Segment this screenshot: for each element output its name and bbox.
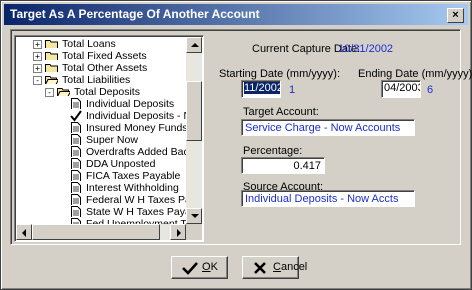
scroll-corner: [186, 224, 202, 240]
tree-item-label: Total Loans: [62, 38, 116, 50]
hscroll-thumb[interactable]: [32, 224, 160, 240]
document-icon: [71, 170, 81, 181]
target-account-field[interactable]: Service Charge - Now Accounts: [241, 119, 415, 136]
collapse-icon[interactable]: -: [45, 88, 54, 97]
ok-label: OK: [202, 261, 218, 273]
ending-date-input[interactable]: 04/2003: [381, 80, 421, 98]
tree-item[interactable]: Individual Deposits - Now Accts: [17, 110, 189, 122]
expand-icon[interactable]: +: [33, 52, 42, 61]
percentage-input[interactable]: 0.417: [241, 157, 325, 174]
starting-date-value: 11/2002: [244, 82, 281, 94]
expand-icon[interactable]: +: [33, 40, 42, 49]
document-icon: [71, 206, 81, 217]
starting-count: 1: [289, 84, 296, 96]
scroll-right-button[interactable]: [170, 224, 186, 240]
tree-item[interactable]: Insured Money Funds: [17, 122, 189, 134]
ending-date-value: 04/2003: [384, 82, 421, 94]
ok-button[interactable]: OK: [171, 256, 228, 279]
tree-item-label: Federal W H Taxes Payable: [86, 194, 189, 206]
tree-rows: + Total Loans + Total Fixed Assets + Total Ot…: [17, 38, 189, 226]
source-account-field[interactable]: Individual Deposits - Now Accts: [241, 190, 415, 207]
tree-item[interactable]: Overdrafts Added Back: [17, 146, 189, 158]
tree-item[interactable]: Super Now: [17, 134, 189, 146]
folder-icon: [45, 52, 58, 60]
checkmark-icon: [70, 110, 82, 122]
tree-item[interactable]: - Total Deposits: [17, 86, 189, 98]
source-account-value: Individual Deposits - Now Accts: [245, 193, 399, 205]
tree-vertical-scrollbar[interactable]: [186, 37, 202, 224]
percentage-value: 0.417: [293, 160, 321, 172]
checkmark-icon: [182, 262, 198, 275]
tree-item-label: Total Other Assets: [62, 62, 148, 74]
tree-item[interactable]: + Total Fixed Assets: [17, 50, 189, 62]
tree-item-label: Interest Withholding: [86, 182, 179, 194]
document-icon: [71, 134, 81, 145]
percentage-label: Percentage:: [243, 145, 303, 157]
scroll-left-button[interactable]: [16, 224, 32, 240]
tree-item-label: State W H Taxes Payable: [86, 206, 189, 218]
tree-item-label: Overdrafts Added Back: [86, 146, 189, 158]
tree-item-label: Super Now: [86, 134, 138, 146]
capture-date-value: 10/31/2002: [338, 43, 394, 55]
arrow-left-icon: [22, 229, 26, 237]
document-icon: [71, 146, 81, 157]
tree-item-label: Individual Deposits - Now Accts: [86, 110, 189, 122]
scroll-down-button[interactable]: [186, 208, 202, 224]
x-icon: [254, 262, 266, 274]
tree-item[interactable]: Individual Deposits: [17, 98, 189, 110]
folder-open-icon: [45, 76, 58, 84]
tree-item[interactable]: Interest Withholding: [17, 182, 189, 194]
arrow-up-icon: [191, 43, 199, 47]
ending-count: 6: [427, 84, 434, 96]
folder-open-icon: [57, 88, 70, 96]
document-icon: [71, 98, 81, 109]
tree-item[interactable]: FICA Taxes Payable: [17, 170, 189, 182]
starting-date-label: Starting Date (mm/yyyy):: [219, 68, 341, 80]
tree-item[interactable]: State W H Taxes Payable: [17, 206, 189, 218]
tree-item-label: DDA Unposted: [86, 158, 156, 170]
document-icon: [71, 194, 81, 205]
tree-item-label: Total Deposits: [74, 86, 140, 98]
scroll-thumb[interactable]: [186, 81, 202, 141]
folder-icon: [45, 40, 58, 48]
tree-item-label: Total Fixed Assets: [62, 50, 147, 62]
scroll-up-button[interactable]: [186, 37, 202, 53]
starting-date-input[interactable]: 11/2002: [241, 80, 281, 98]
account-tree[interactable]: + Total Loans + Total Fixed Assets + Total Ot…: [14, 35, 204, 242]
tree-horizontal-scrollbar[interactable]: [16, 224, 186, 240]
document-icon: [71, 158, 81, 169]
tree-item[interactable]: - Total Liabilities: [17, 74, 189, 86]
arrow-right-icon: [177, 229, 181, 237]
arrow-down-icon: [191, 214, 199, 218]
close-button[interactable]: ×: [447, 8, 464, 23]
folder-icon: [45, 64, 58, 72]
target-account-value: Service Charge - Now Accounts: [245, 122, 401, 134]
window-title: Target As A Percentage Of Another Accoun…: [10, 7, 260, 21]
title-bar[interactable]: Target As A Percentage Of Another Accoun…: [4, 4, 468, 25]
tree-item-label: Insured Money Funds: [86, 122, 188, 134]
tree-item-label: FICA Taxes Payable: [86, 170, 181, 182]
tree-item-label: Individual Deposits: [86, 98, 175, 110]
tree-item[interactable]: + Total Other Assets: [17, 62, 189, 74]
document-icon: [71, 182, 81, 193]
collapse-icon[interactable]: -: [33, 76, 42, 85]
close-icon: ×: [452, 9, 459, 21]
ending-date-label: Ending Date (mm/yyyy):: [358, 68, 472, 80]
target-account-label: Target Account:: [243, 106, 319, 118]
tree-item[interactable]: Federal W H Taxes Payable: [17, 194, 189, 206]
tree-item[interactable]: DDA Unposted: [17, 158, 189, 170]
cancel-button[interactable]: Cancel: [242, 256, 307, 279]
tree-item[interactable]: + Total Loans: [17, 38, 189, 50]
document-icon: [71, 122, 81, 133]
expand-icon[interactable]: +: [33, 64, 42, 73]
tree-item-label: Total Liabilities: [62, 74, 131, 86]
cancel-label: Cancel: [273, 261, 308, 273]
